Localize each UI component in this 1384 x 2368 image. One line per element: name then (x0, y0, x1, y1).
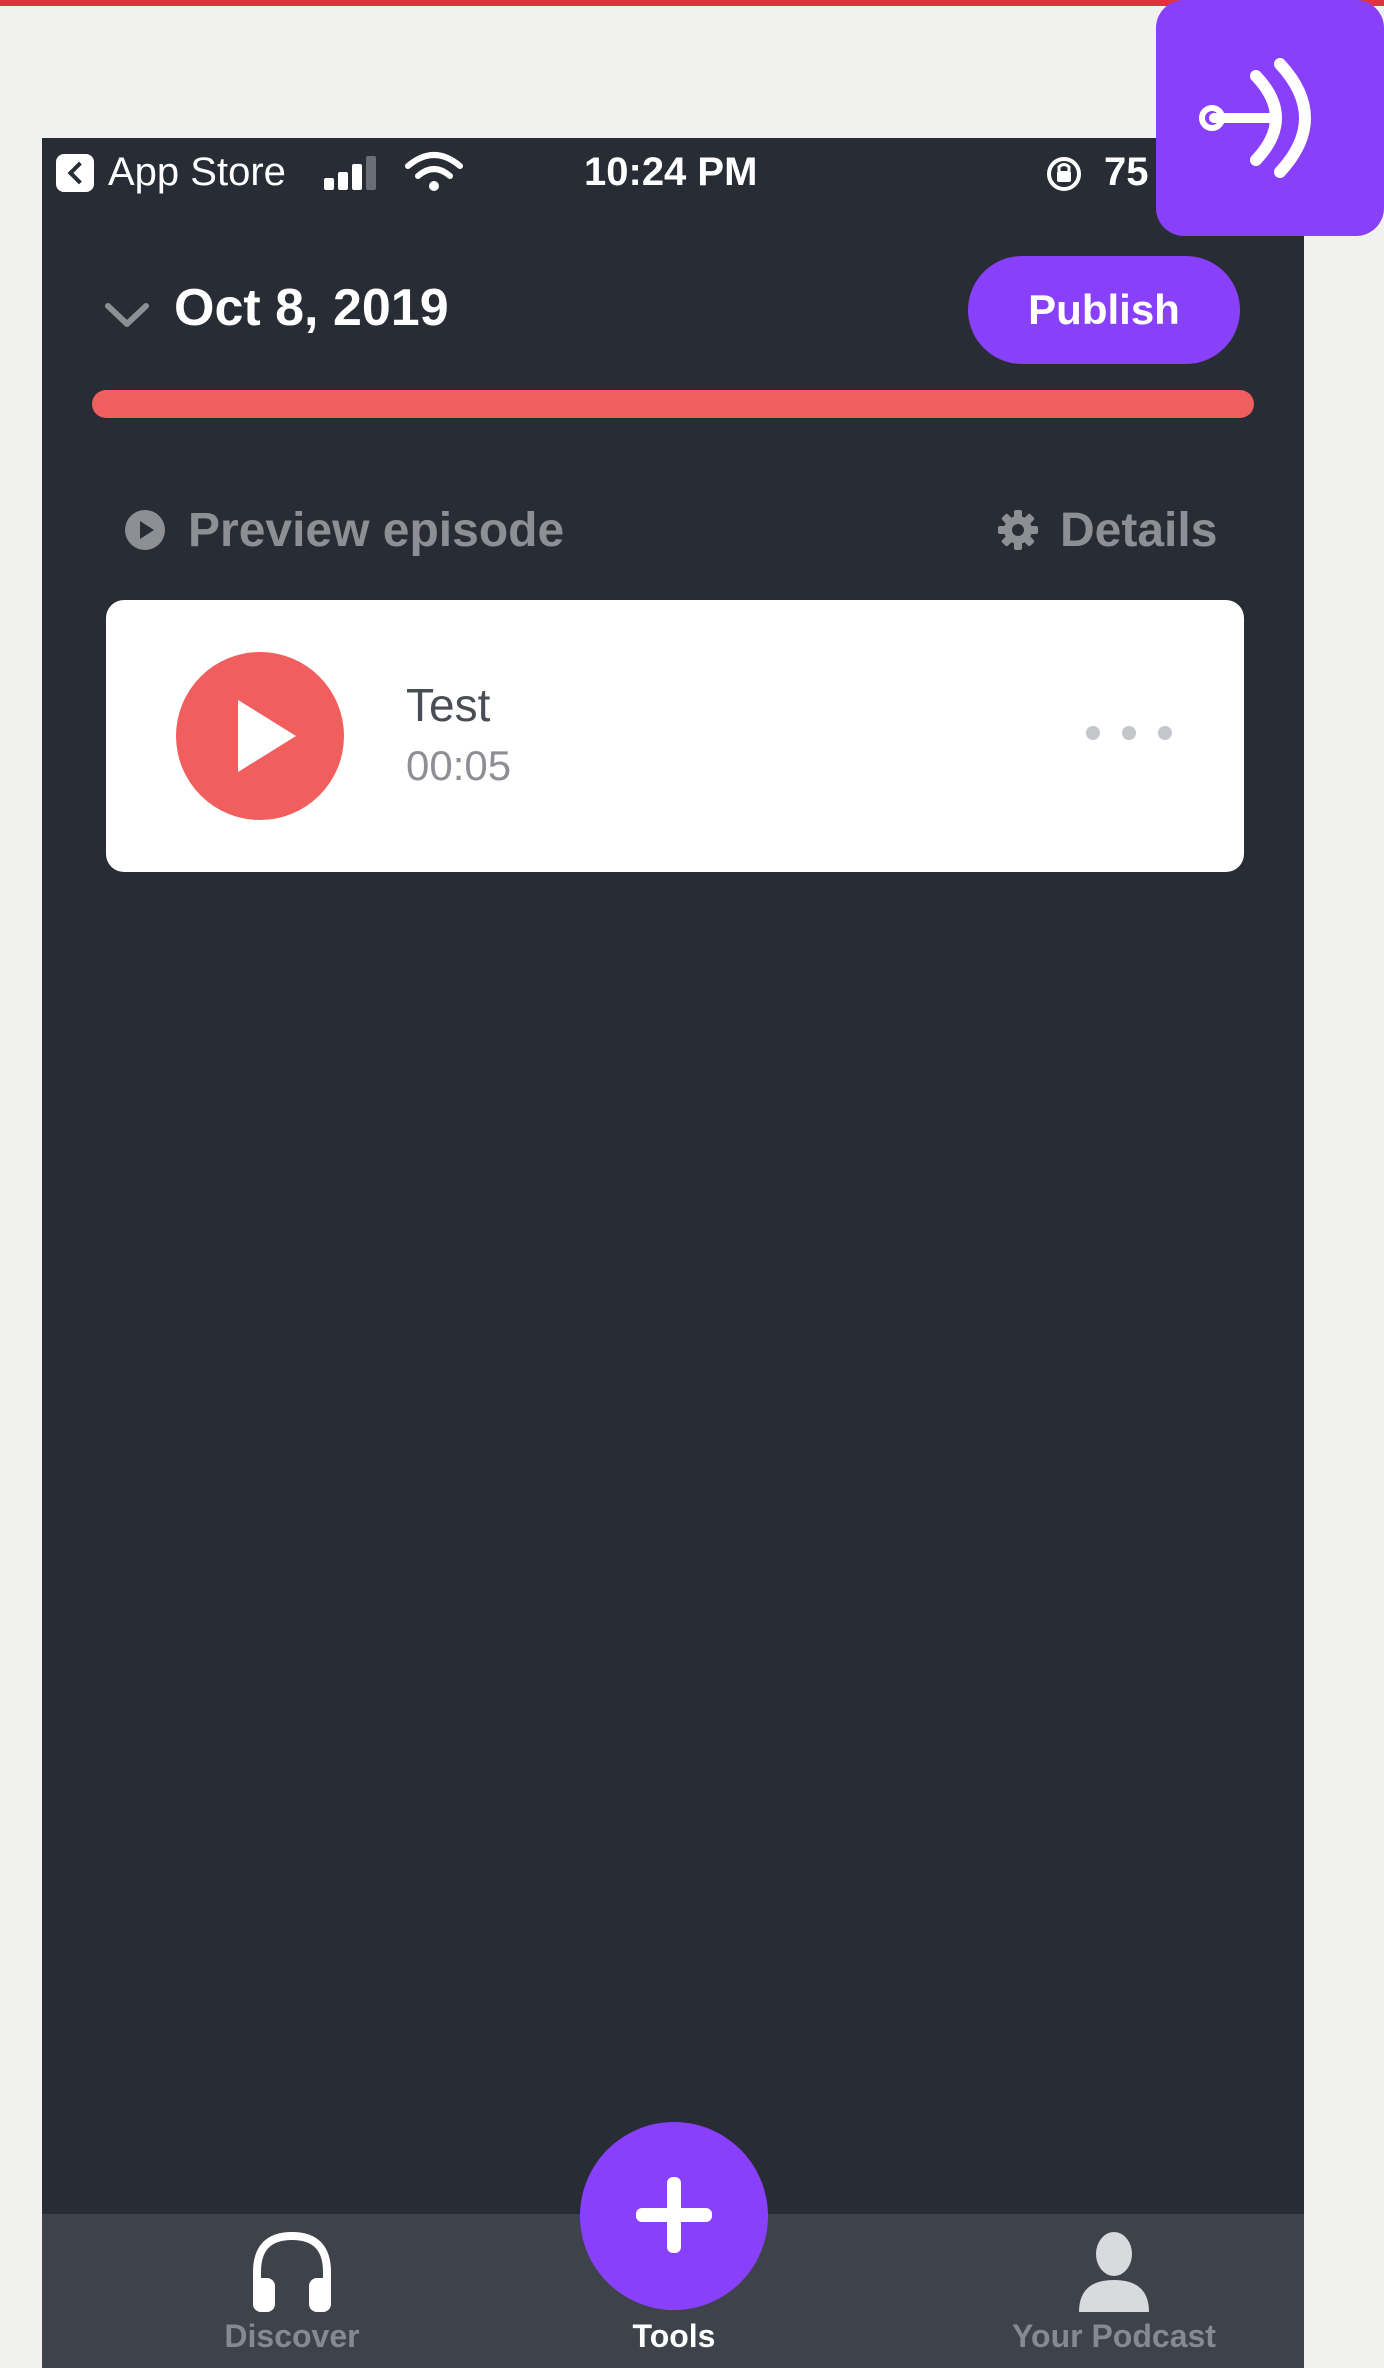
battery-percentage: 75 (1104, 150, 1149, 194)
more-options-icon[interactable] (1086, 718, 1176, 748)
phone-screen: App Store 10:24 PM 75 Oct 8, 2019 Publis… (42, 138, 1304, 2368)
episode-progress-bar (92, 390, 1254, 418)
segment-title: Test (406, 679, 491, 731)
gear-icon (998, 510, 1038, 550)
add-tool-button[interactable] (580, 2122, 768, 2310)
segment-card[interactable]: Test 00:05 (106, 600, 1244, 872)
play-circle-icon (125, 510, 165, 550)
preview-episode-label: Preview episode (188, 503, 565, 557)
nav-your-podcast[interactable]: Your Podcast (964, 2214, 1264, 2368)
segment-duration: 00:05 (406, 742, 512, 789)
chevron-down-icon[interactable] (102, 290, 152, 340)
nav-discover[interactable]: Discover (162, 2214, 422, 2368)
nav-discover-label: Discover (224, 2318, 360, 2354)
nav-tools-label: Tools (632, 2318, 716, 2354)
publish-button[interactable]: Publish (968, 256, 1240, 364)
orientation-lock-icon (1047, 157, 1081, 191)
status-time: 10:24 PM (584, 150, 758, 194)
episode-date-title[interactable]: Oct 8, 2019 (174, 278, 449, 338)
details-link[interactable]: Details (996, 500, 1217, 560)
preview-episode-link[interactable]: Preview episode (124, 500, 564, 560)
wifi-icon (405, 152, 463, 191)
nav-your-podcast-label: Your Podcast (1012, 2318, 1216, 2354)
status-bar: App Store 10:24 PM 75 (42, 138, 1304, 210)
details-label: Details (1060, 503, 1218, 557)
anchor-podcast-logo-icon (1156, 0, 1384, 236)
back-to-app-icon[interactable] (56, 154, 94, 192)
headphones-icon (253, 2231, 331, 2312)
back-app-label[interactable]: App Store (108, 150, 286, 195)
cellular-signal-icon (324, 156, 384, 190)
segment-play-button[interactable] (176, 652, 344, 820)
person-icon (1079, 2232, 1149, 2312)
